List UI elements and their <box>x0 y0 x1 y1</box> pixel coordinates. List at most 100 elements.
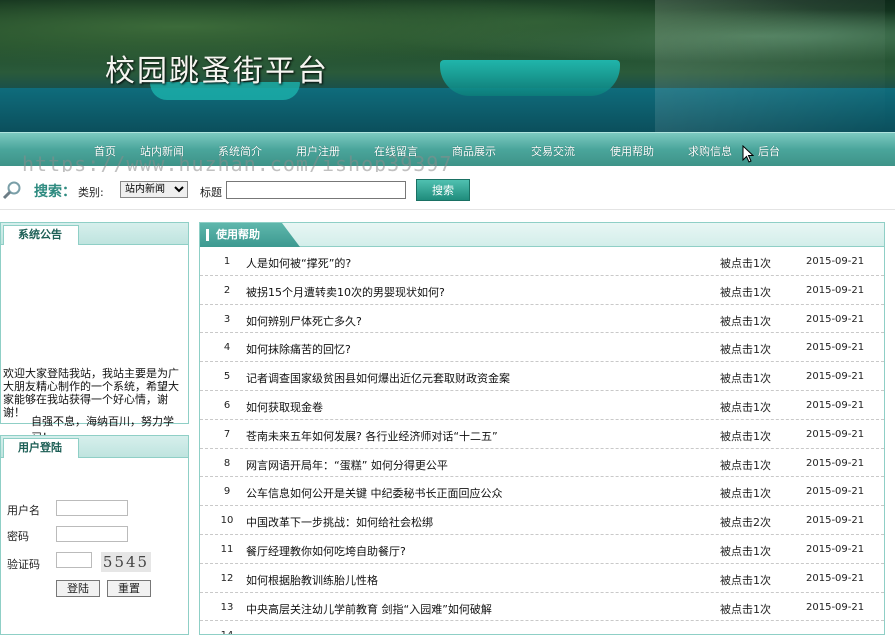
item-title[interactable]: 公车信息如何公开是关键 中纪委秘书长正面回应公众 <box>246 485 503 501</box>
item-number: 12 <box>220 572 234 584</box>
item-title[interactable]: 人是如何被“撑死”的? <box>246 255 351 271</box>
item-title[interactable]: 网言网语开局年：“蛋糕” 如何分得更公平 <box>246 457 448 473</box>
item-date: 2015-09-21 <box>806 428 865 440</box>
item-date: 2015-09-21 <box>806 399 865 411</box>
search-button[interactable]: 搜索 <box>416 179 470 201</box>
nav-item[interactable]: 求购信息 <box>688 143 732 159</box>
nav-item[interactable]: 交易交流 <box>531 143 575 159</box>
login-title: 用户登陆 <box>3 438 79 458</box>
help-list-header: 使用帮助 <box>200 223 884 247</box>
item-title[interactable]: 如何抹除痛苦的回忆? <box>246 341 351 357</box>
title-input[interactable] <box>226 181 406 199</box>
list-item: 5 记者调查国家级贫困县如何爆出近亿元套取财政资金案 被点击1次 2015-09-21 <box>200 362 884 391</box>
list-item: 11 餐厅经理教你如何吃垮自助餐厅? 被点击1次 2015-09-21 <box>200 535 884 564</box>
nav-item[interactable]: 商品展示 <box>452 143 496 159</box>
item-title[interactable]: 苍南未来五年如何发展? 各行业经济师对话“十二五” <box>246 428 498 444</box>
username-field[interactable] <box>56 500 128 516</box>
notice-panel: 系统公告 欢迎大家登陆我站，我站主要是为广大朋友精心制作的一个系统，希望大家能够… <box>0 222 189 444</box>
help-list-title: 使用帮助 <box>200 223 300 247</box>
help-list: 1 人是如何被“撑死”的? 被点击1次 2015-09-21 2 被拐15个月遭转卖10次… <box>200 247 884 634</box>
item-number: 6 <box>223 399 231 411</box>
list-item: 12 如何根据胎教训练胎儿性格 被点击1次 2015-09-21 <box>200 564 884 593</box>
banner-boat <box>440 60 620 96</box>
item-date: 2015-09-21 <box>806 313 865 325</box>
item-clicks: 被点击1次 <box>720 285 771 299</box>
site-title: 校园跳蚤街平台 <box>105 54 329 89</box>
item-date: 2015-09-21 <box>806 371 865 383</box>
reset-button[interactable]: 重置 <box>107 580 151 597</box>
list-item: 7 苍南未来五年如何发展? 各行业经济师对话“十二五” 被点击1次 2015-09-2… <box>200 420 884 449</box>
item-title[interactable]: 餐厅经理教你如何吃垮自助餐厅? <box>246 543 406 559</box>
list-item: 2 被拐15个月遭转卖10次的男婴现状如何? 被点击1次 2015-09-21 <box>200 276 884 305</box>
item-date: 2015-09-21 <box>806 486 865 498</box>
list-item: 14 <box>200 621 884 634</box>
item-title[interactable]: 如何根据胎教训练胎儿性格 <box>246 572 378 588</box>
notice-text: 欢迎大家登陆我站，我站主要是为广大朋友精心制作的一个系统，希望大家能够在我站获得… <box>3 367 179 419</box>
item-number: 13 <box>220 601 234 613</box>
item-number: 2 <box>223 284 231 296</box>
search-label: 搜索： <box>34 184 76 200</box>
category-select[interactable]: 站内新闻 <box>120 181 188 198</box>
item-number: 8 <box>223 457 231 469</box>
site-banner: 校园跳蚤街平台 <box>0 0 895 132</box>
list-item: 9 公车信息如何公开是关键 中纪委秘书长正面回应公众 被点击1次 2015-09-21 <box>200 477 884 507</box>
item-clicks: 被点击1次 <box>720 602 771 616</box>
item-date: 2015-09-21 <box>806 601 865 613</box>
category-label: 类别: <box>78 186 104 199</box>
list-item: 8 网言网语开局年：“蛋糕” 如何分得更公平 被点击1次 2015-09-21 <box>200 449 884 478</box>
item-number: 7 <box>223 428 231 440</box>
password-field[interactable] <box>56 526 128 542</box>
item-title[interactable]: 如何辨别尸体死亡多久? <box>246 313 362 329</box>
list-item: 6 如何获取现金卷 被点击1次 2015-09-21 <box>200 391 884 420</box>
item-date: 2015-09-21 <box>806 515 865 527</box>
item-clicks: 被点击1次 <box>720 487 771 501</box>
item-date: 2015-09-21 <box>806 572 865 584</box>
list-item: 3 如何辨别尸体死亡多久? 被点击1次 2015-09-21 <box>200 305 884 334</box>
notice-title: 系统公告 <box>3 225 79 245</box>
nav-item[interactable]: 后台 <box>758 143 780 159</box>
item-clicks: 被点击1次 <box>720 314 771 328</box>
item-date: 2015-09-21 <box>806 342 865 354</box>
item-title[interactable]: 中央高层关注幼儿学前教育 剑指“入园难”如何破解 <box>246 601 492 617</box>
item-number: 11 <box>220 543 234 555</box>
item-number: 1 <box>223 256 231 267</box>
list-item: 13 中央高层关注幼儿学前教育 剑指“入园难”如何破解 被点击1次 2015-09-2… <box>200 593 884 622</box>
help-list-panel: 使用帮助 1 人是如何被“撑死”的? 被点击1次 2015-09-21 2 被拐15个月遭… <box>199 222 885 635</box>
list-item: 4 如何抹除痛苦的回忆? 被点击1次 2015-09-21 <box>200 333 884 363</box>
item-number: 4 <box>223 342 231 354</box>
nav-item[interactable]: 使用帮助 <box>610 143 654 159</box>
item-title[interactable]: 中国改革下一步挑战：如何给社会松绑 <box>246 514 433 530</box>
item-clicks: 被点击1次 <box>720 257 771 270</box>
item-number: 9 <box>223 486 231 498</box>
login-button[interactable]: 登陆 <box>56 580 100 597</box>
item-number: 10 <box>220 515 234 527</box>
captcha-label: 验证码 <box>7 558 40 571</box>
login-panel: 用户登陆 用户名 密码 验证码 5545 登陆 重置 <box>0 435 189 635</box>
item-title[interactable]: 记者调查国家级贫困县如何爆出近亿元套取财政资金案 <box>246 370 510 386</box>
search-bar: 搜索： 类别: 站内新闻 标题 搜索 <box>0 172 895 210</box>
notice-header: 系统公告 <box>1 223 188 245</box>
item-clicks: 被点击1次 <box>720 429 771 443</box>
captcha-image[interactable]: 5545 <box>101 552 151 572</box>
password-label: 密码 <box>7 530 29 543</box>
item-clicks: 被点击1次 <box>720 372 771 386</box>
magnifier-icon <box>2 181 21 200</box>
username-label: 用户名 <box>7 504 40 517</box>
captcha-field[interactable] <box>56 552 92 568</box>
item-number: 14 <box>220 630 234 634</box>
item-date: 2015-09-21 <box>806 457 865 469</box>
item-clicks: 被点击2次 <box>720 516 771 530</box>
mouse-cursor-icon <box>742 145 754 163</box>
login-header: 用户登陆 <box>1 436 188 458</box>
item-title[interactable]: 被拐15个月遭转卖10次的男婴现状如何? <box>246 284 445 300</box>
item-clicks: 被点击1次 <box>720 400 771 414</box>
item-clicks: 被点击1次 <box>720 544 771 558</box>
item-title[interactable]: 如何获取现金卷 <box>246 399 323 415</box>
item-clicks: 被点击1次 <box>720 573 771 587</box>
item-date: 2015-09-21 <box>806 543 865 555</box>
banner-decoration <box>655 0 885 132</box>
item-clicks: 被点击1次 <box>720 343 771 357</box>
item-date: 2015-09-21 <box>806 256 865 267</box>
list-item: 10 中国改革下一步挑战：如何给社会松绑 被点击2次 2015-09-21 <box>200 506 884 535</box>
item-number: 3 <box>223 313 231 325</box>
